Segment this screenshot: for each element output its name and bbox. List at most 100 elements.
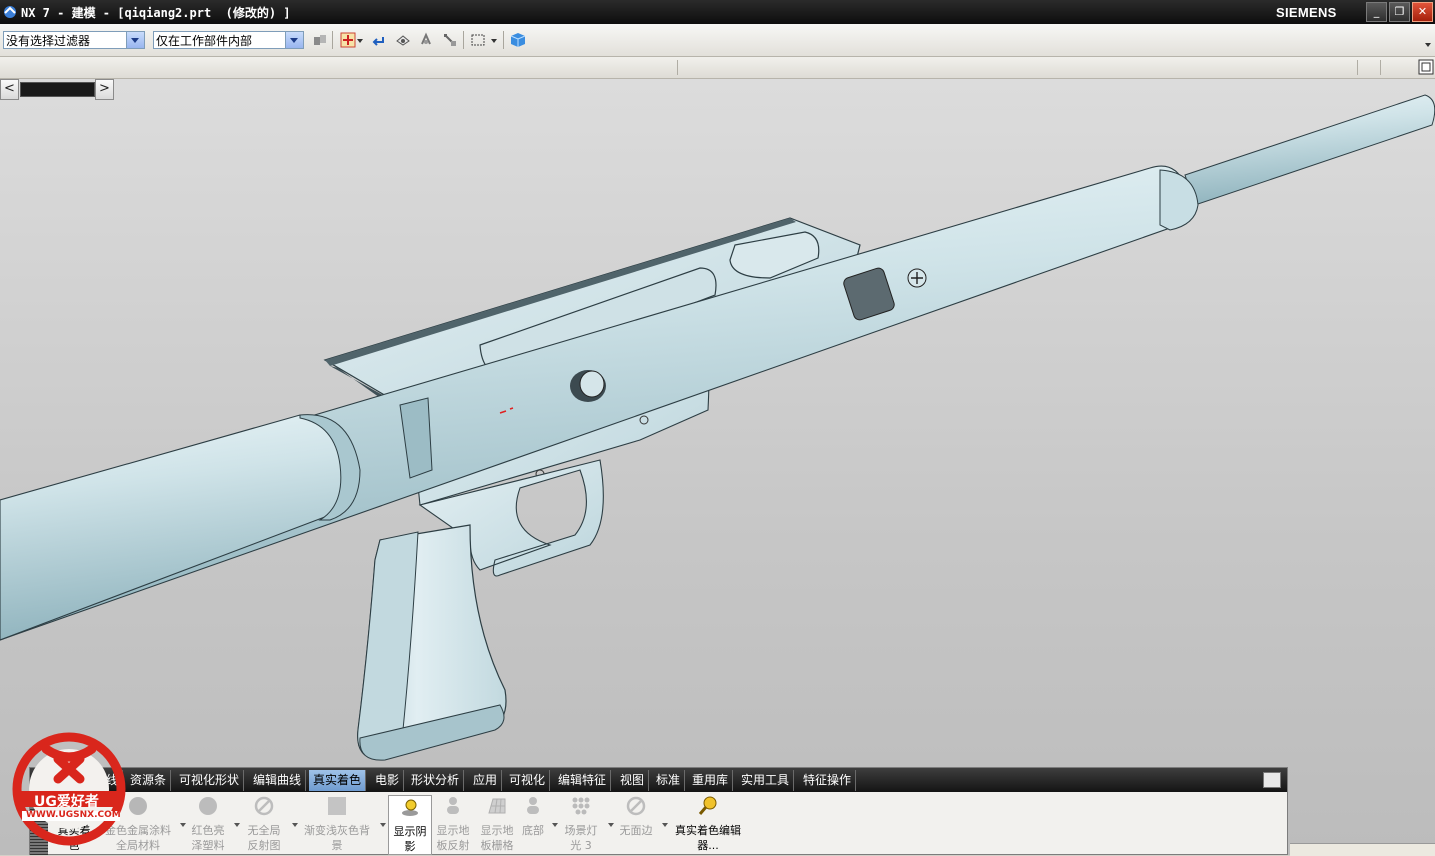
toolbar-separator xyxy=(677,60,678,75)
floor-bottom-button[interactable]: 底部 xyxy=(518,795,548,838)
tool-label: 红色亮 xyxy=(191,824,225,837)
view-icon[interactable] xyxy=(395,32,411,48)
tool-label: 影 xyxy=(404,840,416,853)
true-shading-editor-button[interactable]: 真实着色编辑 器... xyxy=(668,795,748,853)
toolbar-separator xyxy=(503,31,504,49)
wrench-icon xyxy=(698,796,717,815)
selection-scope-value: 仅在工作部件内部 xyxy=(156,34,253,48)
type-filter-value: 没有选择过滤器 xyxy=(6,34,91,48)
chevron-down-icon[interactable] xyxy=(490,32,498,48)
toolbar-separator xyxy=(1380,60,1381,75)
no-entry-icon xyxy=(254,796,274,816)
tab-true-shading[interactable]: 真实着色 xyxy=(309,770,367,791)
watermark-url: WWW.UGSNX.COM xyxy=(26,810,121,820)
tab-utilities[interactable]: 实用工具 xyxy=(737,770,795,791)
snap-point-icon[interactable] xyxy=(340,32,356,48)
tool-label: 无全局 xyxy=(247,824,281,837)
view-navigator: < > xyxy=(0,79,114,100)
no-entry-icon xyxy=(626,796,646,816)
tab-edit-curves[interactable]: 编辑曲线 xyxy=(249,770,307,791)
gold-sphere-icon xyxy=(129,797,147,815)
minimize-button[interactable]: _ xyxy=(1366,2,1387,22)
nav-next-button[interactable]: > xyxy=(95,79,114,100)
nav-scroll-track[interactable] xyxy=(20,82,95,97)
tab-shape-analysis[interactable]: 形状分析 xyxy=(407,770,465,791)
tab-movie[interactable]: 电影 xyxy=(371,770,405,791)
watermark-text: UG爱好者 xyxy=(34,794,99,810)
gun-model-render[interactable] xyxy=(0,79,1435,855)
title-bar: NX 7 - 建模 - [qiqiang2.prt (修改的) ] SIEMEN… xyxy=(0,0,1435,24)
restore-button[interactable]: ❐ xyxy=(1389,2,1410,22)
tool-label: 真实着色编辑 xyxy=(675,824,741,837)
maximize-viewport-icon[interactable] xyxy=(1418,59,1434,76)
tab-feature-operations[interactable]: 特征操作 xyxy=(799,770,857,791)
secondary-toolbar xyxy=(0,57,1435,79)
red-plastic-button[interactable]: 红色亮 泽塑料 xyxy=(186,795,230,853)
chevron-down-icon[interactable] xyxy=(380,823,386,827)
graphics-window[interactable] xyxy=(0,79,1435,855)
tool-label: 景 xyxy=(331,839,343,852)
toolbar-separator xyxy=(332,31,333,49)
tool-label: 泽塑料 xyxy=(191,839,225,852)
pan-icon[interactable] xyxy=(442,32,458,48)
ribbon-menu-icon[interactable] xyxy=(1263,772,1281,788)
lights-icon xyxy=(572,797,590,815)
tool-label: 器... xyxy=(697,839,719,852)
tool-label: 光 3 xyxy=(570,839,592,852)
chevron-down-icon[interactable] xyxy=(126,32,144,48)
status-bar-stub xyxy=(1290,843,1435,856)
tab-resource-bar[interactable]: 资源条 xyxy=(126,770,172,791)
siemens-brand: SIEMENS xyxy=(1276,5,1337,20)
person-reflection-icon xyxy=(447,797,459,814)
muzzle-tube xyxy=(1184,94,1435,206)
tool-label: 渐变浅灰色背 xyxy=(304,824,370,837)
chevron-down-icon[interactable] xyxy=(356,32,364,48)
gradient-background-icon xyxy=(328,797,346,815)
tool-label: 显示地 xyxy=(480,824,514,837)
toolbar-overflow-icon[interactable] xyxy=(1424,40,1432,48)
ribbon-tabs: 特征 曲线 资源条 可视化形状 编辑曲线 真实着色 电影 形状分析 应用 可视化… xyxy=(30,768,1287,792)
ugsnx-watermark-logo: UG爱好者 WWW.UGSNX.COM xyxy=(12,727,126,849)
tab-application[interactable]: 应用 xyxy=(469,770,503,791)
tool-label: 反射图 xyxy=(247,839,281,852)
tool-label: 显示地 xyxy=(436,824,470,837)
no-face-edges-button[interactable]: 无面边 xyxy=(614,795,658,838)
type-filter-combo[interactable]: 没有选择过滤器 xyxy=(3,31,145,49)
tab-edit-features[interactable]: 编辑特征 xyxy=(554,770,612,791)
scene-lights-button[interactable]: 场景灯 光 3 xyxy=(558,795,604,853)
nx-app-icon[interactable] xyxy=(3,5,17,19)
tab-reuse-library[interactable]: 重用库 xyxy=(688,770,734,791)
floor-grid-button[interactable]: 显示地 板栅格 xyxy=(476,795,518,853)
tab-view[interactable]: 视图 xyxy=(616,770,650,791)
watermark-seal xyxy=(12,732,126,846)
cube-icon[interactable] xyxy=(510,32,526,48)
floor-reflection-button[interactable]: 显示地 板反射 xyxy=(432,795,474,853)
grid-icon xyxy=(488,798,506,814)
toolbar-separator xyxy=(1357,60,1358,75)
window-title: NX 7 - 建模 - [qiqiang2.prt (修改的) ] xyxy=(21,6,291,20)
person-icon xyxy=(527,797,539,814)
tool-label: 无面边 xyxy=(619,824,653,837)
tool-label: 场景灯 xyxy=(564,824,598,837)
tab-visual-shape[interactable]: 可视化形状 xyxy=(175,770,245,791)
tool-label: 显示阴 xyxy=(393,825,427,838)
toolbar-separator xyxy=(463,31,464,49)
red-sphere-icon xyxy=(199,797,217,815)
no-reflection-map-button[interactable]: 无全局 反射图 xyxy=(240,795,288,853)
rotate-icon[interactable] xyxy=(418,32,434,48)
selection-toolbar: 没有选择过滤器 仅在工作部件内部 xyxy=(0,24,1435,57)
chevron-down-icon[interactable] xyxy=(285,32,303,48)
selection-scope-combo[interactable]: 仅在工作部件内部 xyxy=(153,31,304,49)
rectangle-select-icon[interactable] xyxy=(470,32,486,48)
background-button[interactable]: 渐变浅灰色背 景 xyxy=(298,795,376,853)
show-shadows-button[interactable]: 显示阴 影 xyxy=(388,795,432,855)
tab-visualization[interactable]: 可视化 xyxy=(505,770,551,791)
ribbon-toolbar: 特征 曲线 资源条 可视化形状 编辑曲线 真实着色 电影 形状分析 应用 可视化… xyxy=(29,767,1288,855)
tab-standard[interactable]: 标准 xyxy=(652,770,686,791)
shadow-bulb-icon xyxy=(402,799,418,816)
close-button[interactable]: ✕ xyxy=(1412,2,1433,22)
nav-prev-button[interactable]: < xyxy=(0,79,19,100)
undo-arrow-icon[interactable] xyxy=(370,32,386,48)
tool-label: 底部 xyxy=(522,824,544,837)
selection-priority-icon[interactable] xyxy=(312,32,328,48)
